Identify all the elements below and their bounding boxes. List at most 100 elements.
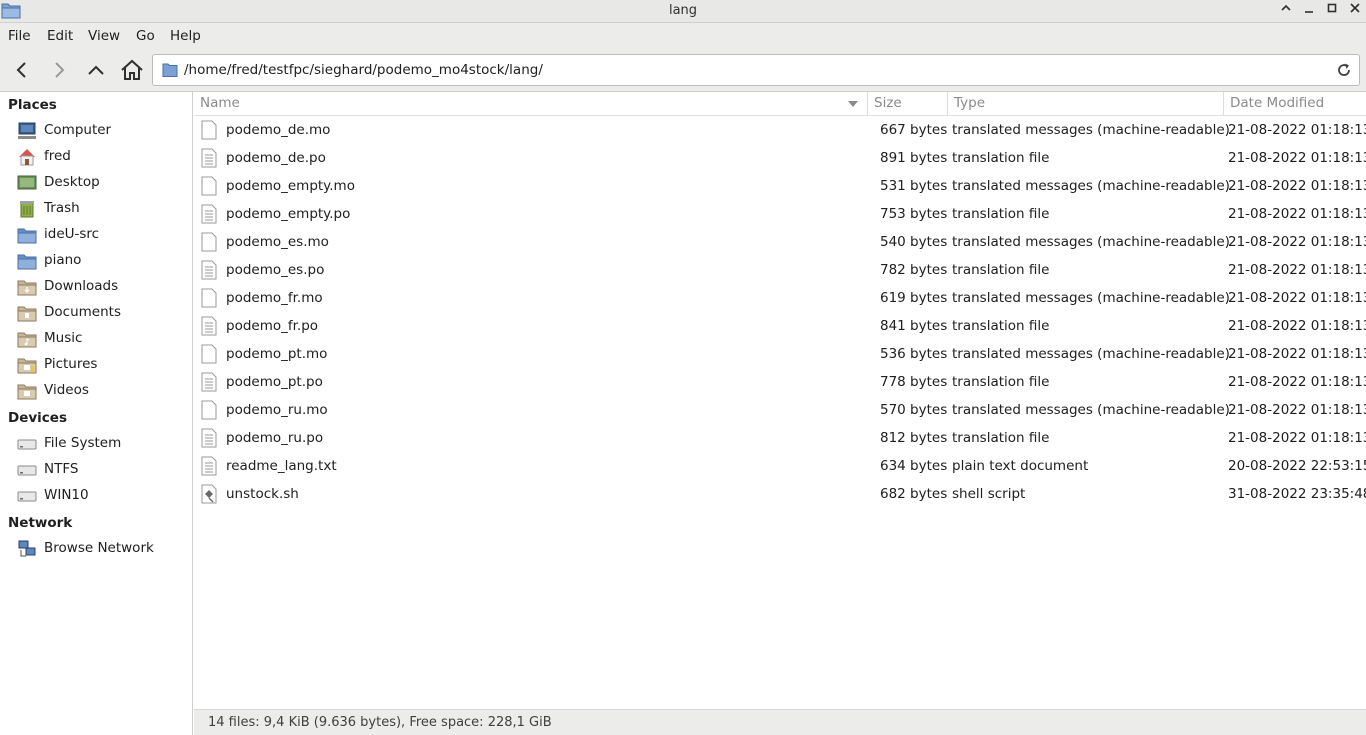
file-type: translated messages (machine-readable) — [952, 234, 1230, 250]
sidebar-item-computer[interactable]: Computer — [0, 118, 192, 144]
folder-icon — [162, 63, 178, 77]
drive-icon — [17, 434, 37, 454]
file-size: 841 bytes — [880, 318, 948, 334]
file-size: 682 bytes — [880, 486, 948, 502]
sidebar-item-ntfs[interactable]: NTFS — [0, 457, 192, 483]
sidebar-item-documents[interactable]: Documents — [0, 300, 192, 326]
file-date: 21-08-2022 01:18:13 — [1228, 402, 1366, 418]
menu-go[interactable]: Go — [136, 28, 155, 44]
close-button[interactable] — [1346, 2, 1364, 20]
back-arrow-icon — [16, 62, 26, 78]
column-type[interactable]: Type — [948, 92, 1224, 116]
folder-icon — [17, 225, 37, 245]
file-row[interactable]: podemo_ru.mo 570 bytes translated messages… — [194, 396, 1366, 424]
file-name: podemo_fr.mo — [226, 290, 323, 306]
file-type: translation file — [952, 262, 1050, 278]
binary-file-icon — [200, 344, 218, 364]
sidebar-item-browse-network[interactable]: Browse Network — [0, 536, 192, 562]
column-date-label: Date Modified — [1230, 95, 1325, 111]
text-file-icon — [200, 204, 218, 224]
file-date: 21-08-2022 01:18:13 — [1228, 346, 1366, 362]
script-file-icon — [200, 484, 218, 504]
sidebar-item-label: Trash — [44, 200, 80, 216]
file-row[interactable]: podemo_pt.mo 536 bytes translated messages… — [194, 340, 1366, 368]
reload-icon[interactable] — [1335, 61, 1353, 79]
sidebar-item-music[interactable]: Music — [0, 326, 192, 352]
status-bar: 14 files: 9,4 KiB (9.636 bytes), Free sp… — [194, 709, 1366, 735]
file-size: 782 bytes — [880, 262, 948, 278]
file-row[interactable]: readme_lang.txt 634 bytes plain text docum… — [194, 452, 1366, 480]
pictures-folder-icon — [17, 355, 37, 375]
menu-file[interactable]: File — [8, 28, 31, 44]
file-type: translation file — [952, 150, 1050, 166]
devices-heading: Devices — [8, 410, 67, 426]
title-bar: lang — [0, 0, 1366, 23]
sidebar-item-win10[interactable]: WIN10 — [0, 483, 192, 509]
status-text: 14 files: 9,4 KiB (9.636 bytes), Free sp… — [208, 715, 552, 730]
sidebar-item-label: fred — [44, 148, 71, 164]
file-row[interactable]: unstock.sh 682 bytes shell script 31-08-202… — [194, 480, 1366, 508]
file-size: 634 bytes — [880, 458, 948, 474]
text-file-icon — [200, 428, 218, 448]
file-row[interactable]: podemo_empty.mo 531 bytes translated messa… — [194, 172, 1366, 200]
sidebar-item-pictures[interactable]: Pictures — [0, 352, 192, 378]
back-button[interactable] — [8, 57, 36, 83]
file-row[interactable]: podemo_fr.mo 619 bytes translated messages… — [194, 284, 1366, 312]
up-button[interactable] — [82, 57, 110, 83]
file-date: 21-08-2022 01:18:13 — [1228, 206, 1366, 222]
minimize-button[interactable] — [1300, 2, 1318, 20]
menu-view[interactable]: View — [88, 28, 120, 44]
sidebar-item-label: NTFS — [44, 461, 79, 477]
file-name: podemo_ru.po — [226, 430, 324, 446]
file-row[interactable]: podemo_fr.po 841 bytes translation file 21-… — [194, 312, 1366, 340]
file-date: 21-08-2022 01:18:13 — [1228, 318, 1366, 334]
home-button[interactable] — [118, 57, 146, 83]
address-bar[interactable]: /home/fred/testfpc/sieghard/podemo_mo4st… — [152, 54, 1360, 86]
drive-icon — [17, 486, 37, 506]
file-type: translation file — [952, 430, 1050, 446]
file-row[interactable]: podemo_es.mo 540 bytes translated messages… — [194, 228, 1366, 256]
sidebar-item-videos[interactable]: Videos — [0, 378, 192, 404]
sidebar-item-file-system[interactable]: File System — [0, 431, 192, 457]
file-row[interactable]: podemo_ru.po 812 bytes translation file 21-… — [194, 424, 1366, 452]
sidebar-item-fred[interactable]: fred — [0, 144, 192, 170]
column-name[interactable]: Name — [194, 92, 868, 116]
menu-edit[interactable]: Edit — [47, 28, 73, 44]
file-type: plain text document — [952, 458, 1089, 474]
file-name: podemo_es.po — [226, 262, 325, 278]
downloads-folder-icon — [17, 277, 37, 297]
file-type: translation file — [952, 206, 1050, 222]
file-date: 21-08-2022 01:18:13 — [1228, 262, 1366, 278]
sidebar-item-trash[interactable]: Trash — [0, 196, 192, 222]
window-title: lang — [668, 3, 698, 18]
file-row[interactable]: podemo_de.mo 667 bytes translated messages… — [194, 116, 1366, 144]
forward-button[interactable] — [45, 57, 73, 83]
sidebar-item-downloads[interactable]: Downloads — [0, 274, 192, 300]
sidebar-item-ideu-src[interactable]: ideU-src — [0, 222, 192, 248]
file-size: 891 bytes — [880, 150, 948, 166]
file-row[interactable]: podemo_pt.po 778 bytes translation file 21-… — [194, 368, 1366, 396]
sidebar-item-label: Computer — [44, 122, 112, 138]
file-row[interactable]: podemo_empty.po 753 bytes translation file… — [194, 200, 1366, 228]
restore-button[interactable] — [1323, 2, 1341, 20]
sidebar-item-desktop[interactable]: Desktop — [0, 170, 192, 196]
column-size[interactable]: Size — [868, 92, 948, 116]
sidebar-item-label: File System — [44, 435, 122, 451]
file-name: podemo_es.mo — [226, 234, 329, 250]
file-type: translation file — [952, 318, 1050, 334]
file-size: 778 bytes — [880, 374, 948, 390]
maximize-chevron-icon[interactable] — [1277, 2, 1295, 20]
file-type: translated messages (machine-readable) — [952, 178, 1230, 194]
file-row[interactable]: podemo_es.po 782 bytes translation file 21-… — [194, 256, 1366, 284]
column-name-label: Name — [200, 95, 240, 111]
sidebar-item-piano[interactable]: piano — [0, 248, 192, 274]
column-date[interactable]: Date Modified — [1224, 92, 1366, 116]
file-size: 619 bytes — [880, 290, 948, 306]
places-heading: Places — [8, 97, 57, 113]
file-name: podemo_ru.mo — [226, 402, 328, 418]
file-date: 21-08-2022 01:18:13 — [1228, 150, 1366, 166]
file-size: 570 bytes — [880, 402, 948, 418]
menu-help[interactable]: Help — [170, 28, 201, 44]
desktop-icon — [17, 173, 37, 193]
file-row[interactable]: podemo_de.po 891 bytes translation file 21-… — [194, 144, 1366, 172]
